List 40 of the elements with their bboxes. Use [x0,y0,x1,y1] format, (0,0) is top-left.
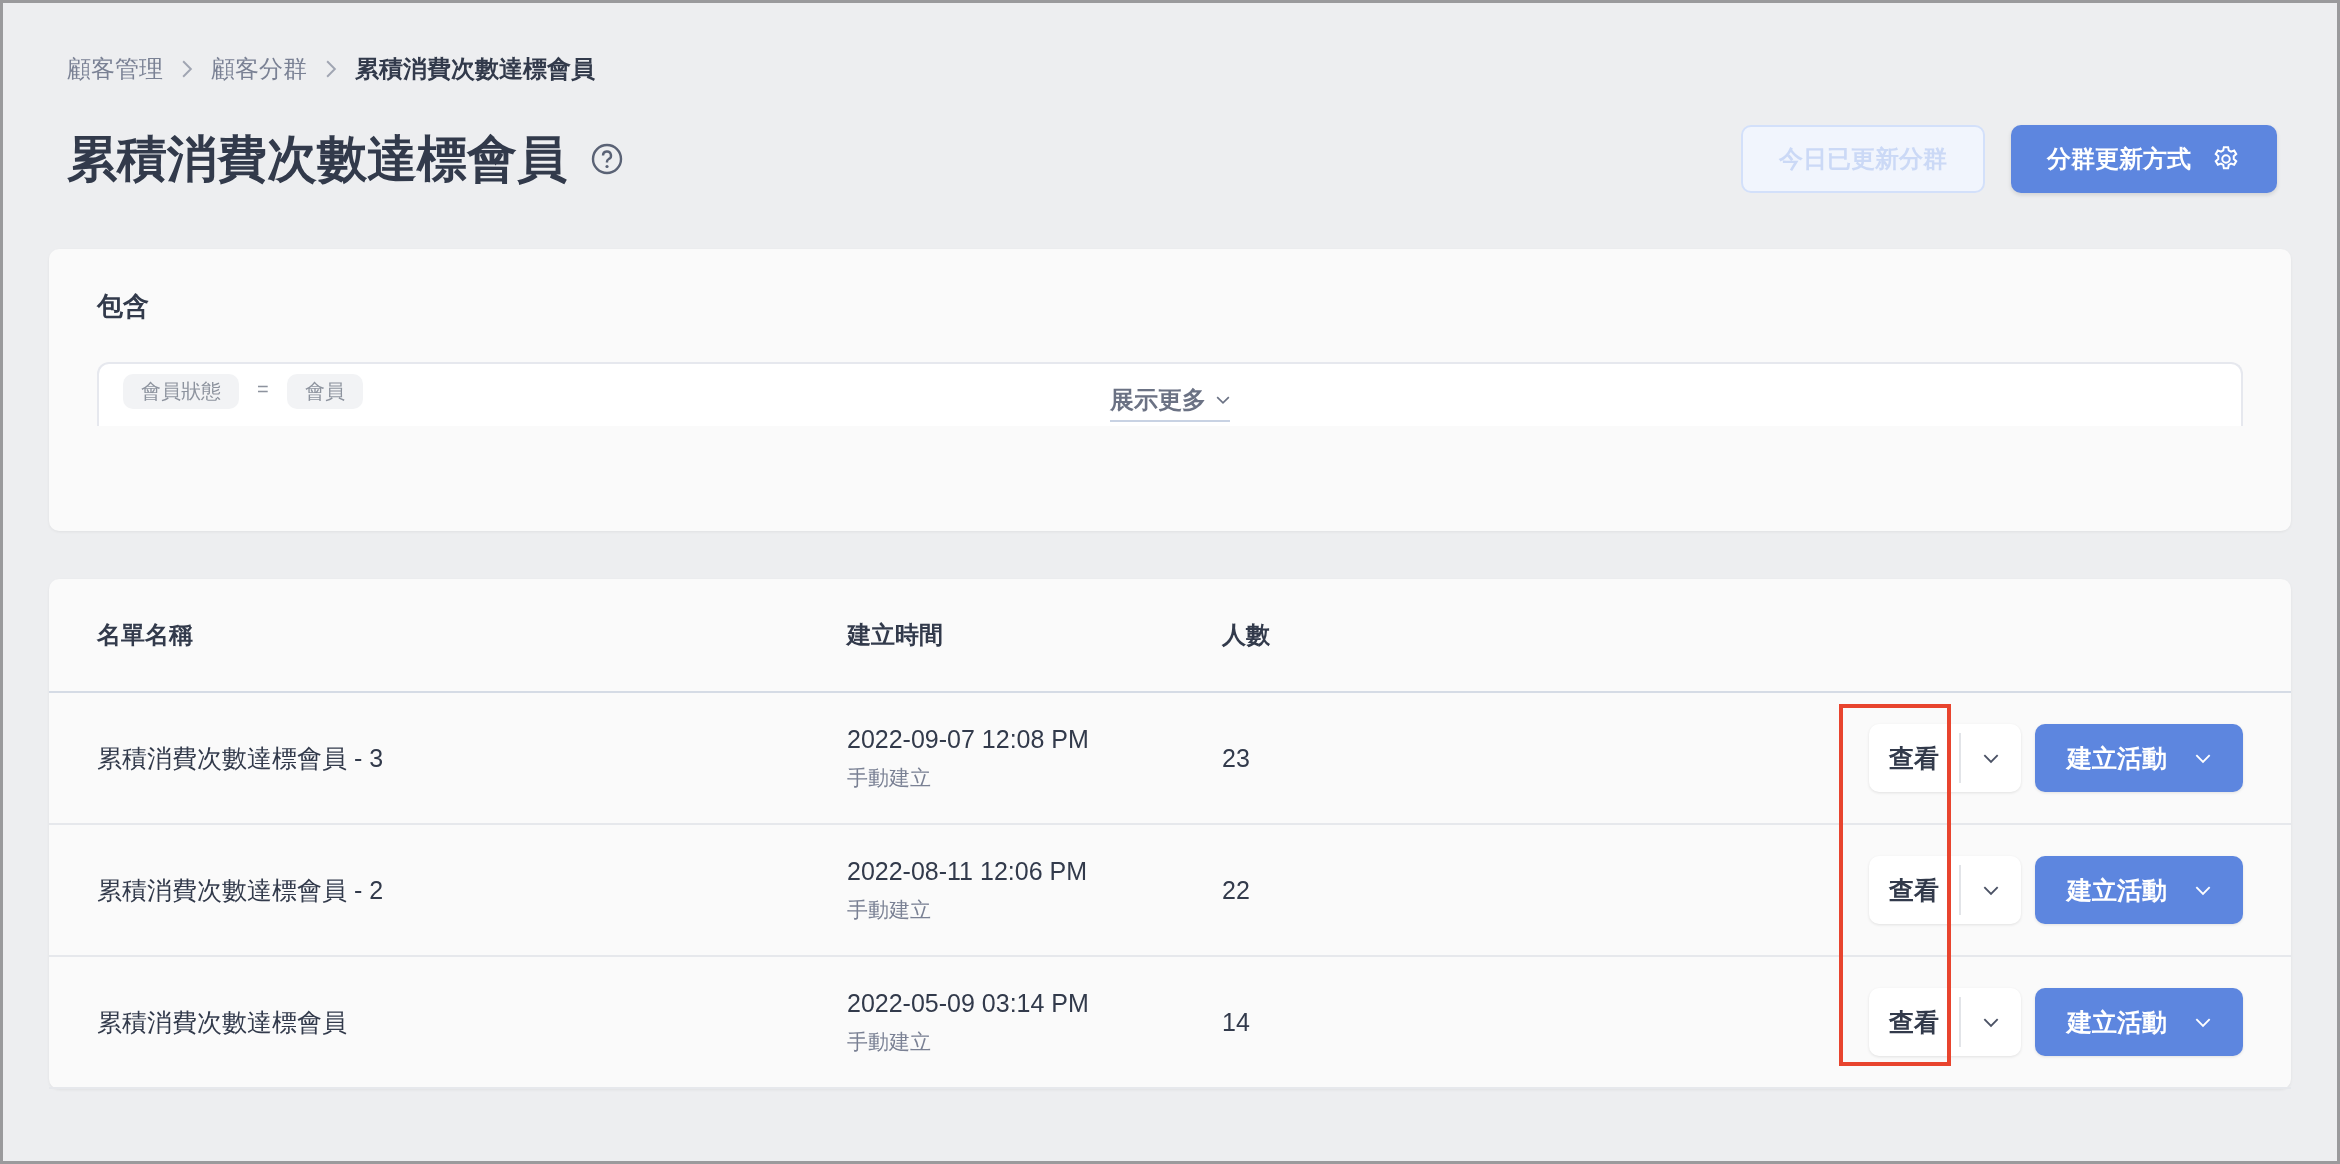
create-campaign-button[interactable]: 建立活動 [2035,856,2243,924]
table-cell-text: 累積消費次數達標會員 - 2 [97,874,385,906]
table-cell-text: 22 [1222,875,1251,905]
section-heading: 包含 [97,290,150,323]
create-campaign-button[interactable]: 建立活動 [2035,988,2243,1056]
column-header: 人數 [1222,620,1271,650]
condition-tag: 會員 [286,374,363,409]
source-text: 手動建立 [847,764,932,791]
view-button[interactable]: 查看 [1869,733,1961,783]
page-title: 累積消費次數達標會員 [67,129,567,189]
table-cell-text: 14 [1222,1007,1251,1037]
table-cell-text: 23 [1222,743,1251,773]
source-text: 手動建立 [847,896,932,923]
chevron-right-icon [325,60,337,78]
breadcrumb-link[interactable]: 顧客管理 [67,53,163,85]
chevron-down-icon [2195,752,2211,764]
operator-text: = [257,377,269,401]
chevron-right-icon [181,60,193,78]
column-header: 名單名稱 [97,620,194,650]
chevron-down-icon [1216,395,1230,405]
table-cell-text: 累積消費次數達標會員 - 3 [97,742,385,774]
create-campaign-button[interactable]: 建立活動 [2035,724,2243,792]
source-text: 手動建立 [847,1028,932,1055]
chevron-down-icon [2195,1016,2211,1028]
table-cell-text: 2022-05-09 03:14 PM [847,988,1090,1018]
condition-tag: 會員狀態 [123,374,239,409]
show-more-link[interactable]: 展示更多 [1110,384,1230,422]
chevron-down-icon [1983,752,1999,764]
update-settings-button[interactable]: 分群更新方式 [2011,125,2277,193]
chevron-down-icon [2195,884,2211,896]
table-cell-text: 2022-08-11 12:06 PM [847,856,1088,886]
chevron-down-icon [1983,1016,1999,1028]
table-cell-text: 2022-09-07 12:08 PM [847,724,1090,754]
view-button[interactable]: 查看 [1869,865,1961,915]
view-button[interactable]: 查看 [1869,997,1961,1047]
breadcrumb-link[interactable]: 顧客分群 [211,53,307,85]
help-icon[interactable] [591,143,623,175]
chevron-down-icon [1983,884,1999,896]
column-header: 建立時間 [847,620,944,650]
table-cell-text: 累積消費次數達標會員 [97,1006,348,1038]
